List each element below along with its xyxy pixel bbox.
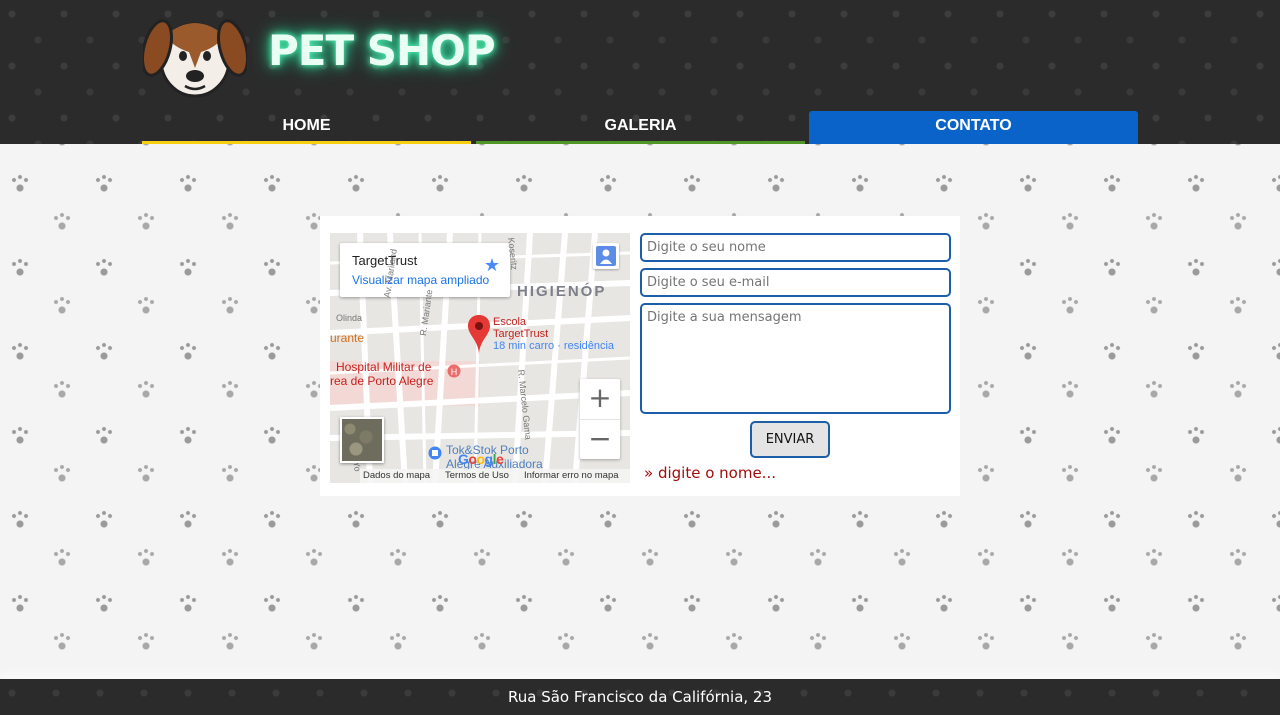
name-input[interactable] (640, 233, 951, 262)
map-hospital-label: rea de Porto Alegre (330, 374, 434, 388)
zoom-out-button[interactable]: − (580, 419, 620, 460)
map-zoom-controls: + − (580, 379, 620, 459)
map-poi-label: TargetTrust (493, 328, 549, 340)
dog-face-icon (143, 19, 247, 98)
map-data-link[interactable]: Dados do mapa (363, 470, 430, 481)
map-place-partial: urante (330, 331, 365, 345)
street-view-pegman-icon[interactable] (593, 243, 619, 269)
footer-address: Rua São Francisco da Califórnia, 23 (507, 688, 773, 706)
send-button[interactable]: ENVIAR (750, 421, 830, 458)
validation-error-message: » digite o nome... (644, 464, 776, 482)
zoom-in-button[interactable]: + (580, 379, 620, 419)
map-place-title: TargetTrust (352, 253, 418, 268)
save-star-icon[interactable]: ★ (484, 255, 500, 276)
site-brand-title: PET SHOP (268, 26, 496, 75)
map-poi-label: Escola (493, 316, 527, 328)
email-input[interactable] (640, 268, 951, 297)
map-street-label: Olinda (336, 313, 363, 323)
hospital-marker-icon: H (447, 364, 461, 378)
map-report-link[interactable]: Informar erro no mapa (524, 470, 619, 481)
nav-contato[interactable]: CONTATO (809, 111, 1138, 144)
map-footer: Dados do mapa Termos de Uso Informar err… (360, 469, 630, 483)
map-terms-link[interactable]: Termos de Uso (445, 470, 509, 481)
google-logo: Google (458, 451, 504, 467)
nav-home[interactable]: HOME (142, 111, 471, 144)
map-hospital-label: Hospital Militar de (336, 360, 432, 374)
embedded-map[interactable]: TargetTrust Visualizar mapa ampliado ★ H… (330, 233, 630, 483)
svg-text:H: H (451, 367, 458, 377)
site-header: PET SHOP HOME GALERIA CONTATO (0, 0, 1280, 144)
map-larger-link[interactable]: Visualizar mapa ampliado (352, 273, 489, 287)
site-footer: Rua São Francisco da Califórnia, 23 (0, 679, 1280, 715)
message-textarea[interactable] (640, 303, 951, 414)
satellite-toggle-button[interactable] (340, 417, 384, 463)
map-pin-icon[interactable] (468, 315, 490, 355)
nav-galeria[interactable]: GALERIA (476, 111, 805, 144)
map-poi-route: 18 min carro · residência (493, 340, 615, 352)
shopping-marker-icon (428, 446, 442, 460)
main-nav: HOME GALERIA CONTATO (142, 111, 1138, 144)
map-area-label: HIGIENÓP (517, 283, 607, 300)
